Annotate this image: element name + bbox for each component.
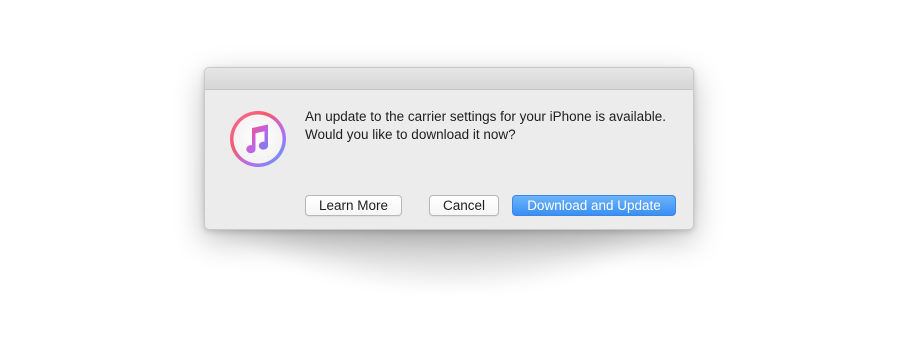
learn-more-button[interactable]: Learn More bbox=[305, 195, 402, 216]
download-and-update-button[interactable]: Download and Update bbox=[512, 195, 676, 216]
itunes-app-icon bbox=[229, 110, 287, 168]
alert-dialog: An update to the carrier settings for yo… bbox=[204, 67, 694, 230]
dialog-titlebar[interactable] bbox=[205, 68, 693, 90]
cancel-button[interactable]: Cancel bbox=[429, 195, 499, 216]
screen: An update to the carrier settings for yo… bbox=[0, 0, 900, 345]
dialog-message: An update to the carrier settings for yo… bbox=[305, 108, 685, 144]
music-note-icon bbox=[230, 111, 286, 167]
message-line-2: Would you like to download it now? bbox=[305, 127, 516, 142]
message-line-1: An update to the carrier settings for yo… bbox=[305, 109, 666, 124]
